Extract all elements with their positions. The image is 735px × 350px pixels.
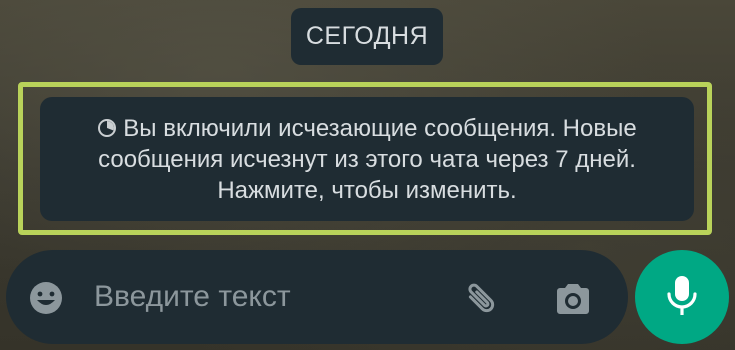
- date-separator: СЕГОДНЯ: [291, 8, 443, 65]
- disappearing-messages-notice[interactable]: Вы включили исчезающие сообщения. Новые …: [40, 97, 694, 221]
- message-input[interactable]: [94, 272, 434, 322]
- notice-line-2: сообщения исчезнут из этого чата через 7…: [98, 146, 636, 173]
- emoji-button[interactable]: [26, 278, 66, 318]
- voice-message-button[interactable]: [635, 250, 729, 344]
- date-label: СЕГОДНЯ: [305, 22, 429, 50]
- disappearing-timer-icon: [98, 119, 117, 137]
- camera-button[interactable]: [550, 276, 596, 322]
- camera-icon: [557, 284, 589, 314]
- microphone-icon: [667, 276, 697, 315]
- paperclip-icon: [468, 283, 495, 313]
- notice-line-1: Вы включили исчезающие сообщения. Новые: [40, 113, 694, 144]
- notice-line-3: Нажмите, чтобы изменить.: [217, 177, 517, 204]
- message-composer: [6, 250, 628, 344]
- emoji-icon: [30, 282, 62, 314]
- notice-text-1: Вы включили исчезающие сообщения. Новые: [123, 115, 637, 142]
- attach-button[interactable]: [458, 276, 504, 322]
